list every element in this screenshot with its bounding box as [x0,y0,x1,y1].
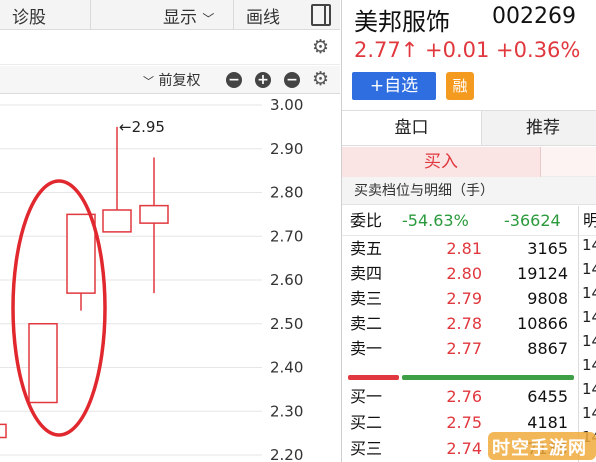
level-label: 卖三 [350,289,383,308]
level-price: 2.78 [446,314,482,333]
sell-level-row[interactable]: 卖二 2.78 10866 [342,312,578,336]
gear-icon[interactable]: ⚙ [312,69,329,89]
y-tick-label: 2.50 [270,315,303,333]
level-label: 买二 [350,413,383,432]
chevron-down-icon: ﹀ [202,12,215,26]
price-change: 2.77↑ +0.01 +0.36% [354,38,581,62]
chevron-down-icon: ﹀ [143,75,154,88]
y-tick-label: 2.70 [270,227,303,245]
level-price: 2.79 [446,289,482,308]
highlight-ellipse [11,179,107,437]
level-label: 买三 [350,439,383,458]
level-price: 2.75 [446,413,482,432]
trade-time: 14 [582,308,596,326]
toolbar-divider [233,0,234,30]
buy-level-row[interactable]: 买一 2.76 6455 [342,385,578,409]
trade-time: 14 [582,236,596,254]
add-watchlist-button[interactable]: +自选 [352,72,436,100]
level-label: 卖五 [350,239,383,258]
tab-pankou[interactable]: 盘口 [342,111,482,145]
level-price: 2.74 [446,439,482,458]
high-price-annotation: ←2.95 [119,118,165,136]
panel-toggle-icon[interactable] [311,4,331,26]
candle-body [102,209,132,233]
y-tick-label: 2.90 [270,140,303,158]
level-volume: 3165 [527,239,568,258]
order-book-header: 买卖档位与明细（手） [342,177,596,205]
y-tick-label: 2.20 [270,446,303,462]
sell-level-row[interactable]: 卖四 2.80 19124 [342,262,578,286]
adjust-label: 前复权 [158,73,201,89]
candle-body [28,323,58,404]
minus-icon[interactable]: − [284,72,300,88]
level-label: 卖四 [350,264,383,283]
level-label: 卖一 [350,339,383,358]
trade-time: 14 [582,380,596,398]
sell-level-row[interactable]: 卖三 2.79 9808 [342,287,578,311]
buy-button[interactable]: 买入 [342,147,541,177]
display-label: 显示 [163,8,197,28]
level-price: 2.80 [446,264,482,283]
level-volume: 8867 [527,339,568,358]
chart-settings-row: ⚙ [0,31,340,65]
weibi-ratio: -54.63% [402,211,469,230]
weibi-row: 委比 -54.63% -36624 明 [342,206,596,236]
level-volume: 6455 [527,387,568,406]
tab-diagnose[interactable]: 诊股 [12,3,46,28]
trade-row: 买入 [342,147,596,177]
ratio-bar-buy [348,375,399,380]
order-ratio-bar [348,375,574,380]
stock-code: 002269 [492,4,576,29]
y-tick-label: 2.60 [270,271,303,289]
tab-recommend[interactable]: 推荐 [483,111,596,145]
adjust-dropdown[interactable]: ﹀ 前复权 [143,70,200,90]
gear-icon[interactable]: ⚙ [312,37,329,57]
minus-icon[interactable]: − [226,72,242,88]
watermark-text: 时空手游网 [492,438,587,459]
level-price: 2.77 [446,339,482,358]
candle-body [0,423,7,439]
toolbar-divider [90,0,91,30]
candlestick-chart: 3.00 2.90 2.80 2.70 2.60 2.50 2.40 2.30 2.20 ←2.9… [0,96,303,462]
trade-time: 14 [582,332,596,350]
candle-body [139,204,169,224]
chart-top-toolbar: 诊股 显示 ﹀ 画线 [0,0,340,30]
trade-time: 14 [582,260,596,278]
sell-level-row[interactable]: 卖五 2.81 3165 [342,237,578,261]
trade-time: 14 [582,404,596,422]
level-label: 买一 [350,387,383,406]
y-tick-label: 3.00 [270,96,303,114]
y-tick-label: 2.40 [270,359,303,377]
plus-icon[interactable]: + [255,72,271,88]
level-volume: 19124 [517,264,568,283]
chart-controls-row: ﹀ 前复权 − + − ⚙ [0,66,340,94]
trade-time: 14 [582,356,596,374]
y-tick-label: 2.30 [270,402,303,420]
quote-tabs: 盘口 推荐 [342,110,596,146]
margin-badge[interactable]: 融 [446,72,474,100]
stock-name: 美邦服饰 [354,8,450,36]
weibi-label: 委比 [350,211,383,230]
level-volume: 10866 [517,314,568,333]
trade-detail-column: 141414141414141414 [578,206,596,462]
level-price: 2.76 [446,387,482,406]
y-tick-label: 2.80 [270,184,303,202]
candle-body [66,213,96,294]
level-volume: 9808 [527,289,568,308]
level-label: 卖二 [350,314,383,333]
draw-line-button[interactable]: 画线 [246,3,280,28]
sell-level-row[interactable]: 卖一 2.77 8867 [342,337,578,361]
level-price: 2.81 [446,239,482,258]
weibi-diff: -36624 [504,211,561,230]
ratio-bar-sell [402,375,574,380]
trade-time: 14 [582,284,596,302]
kline-chart-pane: 诊股 显示 ﹀ 画线 ⚙ ﹀ 前复权 − + − ⚙ 3.00 2.90 2.80 2… [0,0,340,462]
display-menu[interactable]: 显示 ﹀ [163,3,214,28]
quote-pane: 美邦服饰 002269 2.77↑ +0.01 +0.36% +自选 融 盘口 … [341,0,596,462]
